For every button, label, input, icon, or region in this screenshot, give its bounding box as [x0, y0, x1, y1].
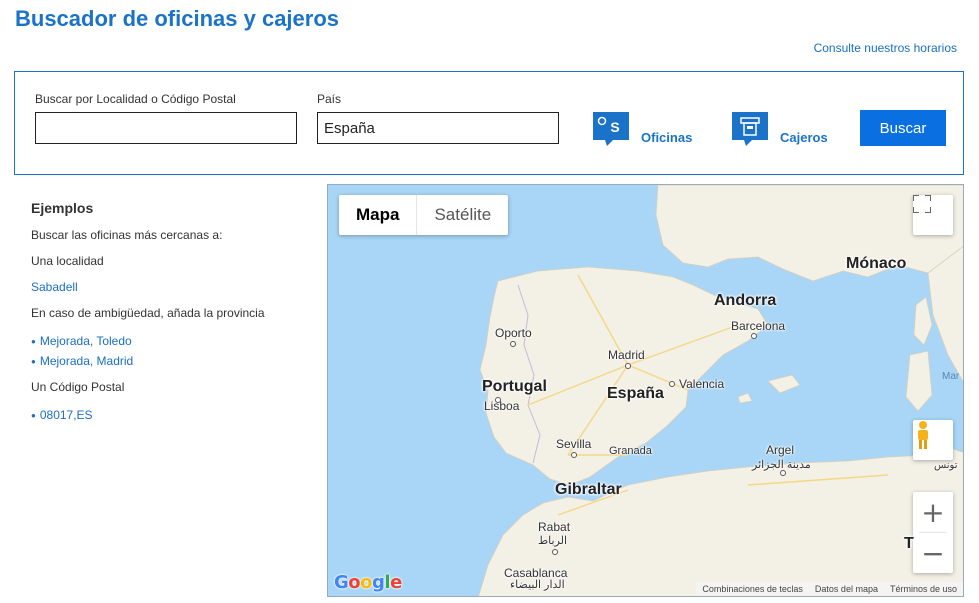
fullscreen-button[interactable]	[913, 195, 953, 235]
dot-valencia	[669, 381, 675, 387]
label-rabat-ar: الرباط	[538, 535, 568, 547]
svg-text:S: S	[610, 119, 619, 135]
label-sea: Mar	[942, 371, 960, 382]
label-argel-ar: مدينة الجزائر	[752, 459, 811, 471]
atms-label: Cajeros	[780, 129, 828, 145]
map-attribution: Combinaciones de teclas Datos del mapa T…	[696, 582, 963, 596]
map-type-control: Mapa Satélite	[339, 195, 509, 235]
page-title: Buscador de oficinas y cajeros	[15, 6, 340, 31]
label-tunisia-partial: T	[904, 535, 914, 552]
label-spain: España	[607, 385, 664, 402]
examples-title: Ejemplos	[31, 200, 94, 216]
zoom-out-button[interactable]: −	[913, 533, 953, 573]
label-gibraltar: Gibraltar	[555, 481, 622, 498]
dot-rabat	[552, 549, 558, 555]
offices-label: Oficinas	[641, 129, 693, 145]
label-rabat: Rabat	[538, 520, 571, 534]
label-tunis-ar: تونس	[934, 460, 958, 471]
label-valencia: Valencia	[679, 377, 725, 391]
label-barcelona: Barcelona	[731, 319, 786, 333]
street-view-button[interactable]	[913, 420, 953, 460]
zoom-in-button[interactable]: +	[913, 492, 953, 532]
atms-toggle[interactable]: Cajeros	[732, 112, 828, 148]
ambiguity-heading: En caso de ambigüedad, añada la provinci…	[31, 306, 265, 320]
label-casablanca-ar: الدار البيضاء	[510, 579, 565, 591]
label-madrid: Madrid	[608, 348, 645, 362]
label-lisboa: Lisboa	[484, 399, 520, 413]
examples-panel: Ejemplos Buscar las oficinas más cercana…	[31, 200, 311, 426]
dot-barcelona	[751, 333, 757, 339]
locality-label: Buscar por Localidad o Código Postal	[35, 92, 236, 106]
examples-intro: Buscar las oficinas más cercanas a:	[31, 228, 223, 242]
google-logo: Google	[334, 572, 402, 593]
label-portugal: Portugal	[482, 378, 547, 395]
dot-lisboa	[495, 397, 501, 403]
label-granada: Granada	[609, 445, 652, 457]
keyboard-shortcuts-link[interactable]: Combinaciones de teclas	[696, 582, 809, 596]
label-argel: Argel	[766, 443, 795, 457]
label-andorra: Andorra	[714, 292, 777, 309]
offices-toggle[interactable]: S Oficinas	[593, 112, 692, 148]
map-type-satellite-button[interactable]: Satélite	[417, 195, 508, 235]
map-data-link[interactable]: Datos del mapa	[809, 582, 884, 596]
label-oporto: Oporto	[495, 326, 532, 340]
dot-sevilla	[571, 452, 577, 458]
dot-oporto	[510, 341, 516, 347]
country-input[interactable]	[317, 112, 559, 144]
example-postal-link[interactable]: 08017,ES	[31, 406, 311, 426]
dot-madrid	[625, 363, 631, 369]
example-mejorada-toledo-link[interactable]: Mejorada, Toledo	[31, 332, 311, 352]
atm-icon	[732, 112, 768, 148]
label-sevilla: Sevilla	[556, 437, 592, 451]
label-monaco: Mónaco	[846, 255, 907, 272]
search-button[interactable]: Buscar	[860, 110, 946, 146]
map-type-map-button[interactable]: Mapa	[339, 195, 416, 235]
postal-heading: Un Código Postal	[31, 380, 125, 394]
country-label: País	[317, 92, 342, 106]
fullscreen-icon	[913, 195, 931, 213]
dot-argel	[780, 470, 786, 476]
pegman-icon	[918, 421, 928, 449]
locality-input[interactable]	[35, 112, 297, 144]
example-mejorada-madrid-link[interactable]: Mejorada, Madrid	[31, 352, 311, 372]
example-sabadell-link[interactable]: Sabadell	[31, 280, 311, 294]
terms-link[interactable]: Términos de uso	[884, 582, 963, 596]
office-icon: S	[593, 112, 629, 148]
zoom-control: + −	[913, 492, 953, 573]
ambiguity-list: Mejorada, Toledo Mejorada, Madrid	[31, 332, 311, 372]
map-view[interactable]: Mapa Satélite + − Mónaco Andorra Portuga…	[327, 184, 964, 597]
search-panel: Buscar por Localidad o Código Postal Paí…	[14, 71, 964, 175]
locality-heading: Una localidad	[31, 254, 104, 268]
schedule-link[interactable]: Consulte nuestros horarios	[814, 41, 957, 55]
